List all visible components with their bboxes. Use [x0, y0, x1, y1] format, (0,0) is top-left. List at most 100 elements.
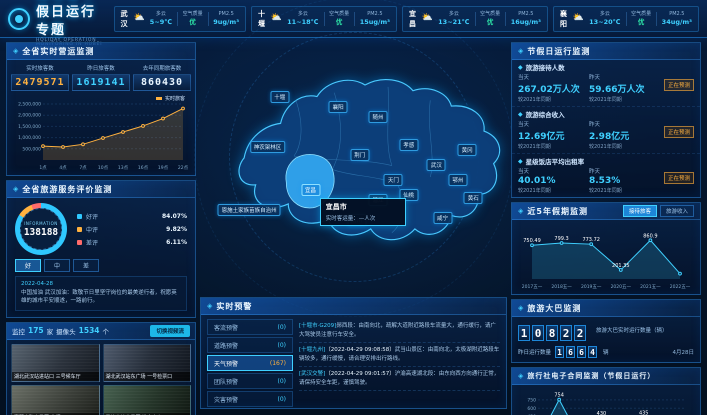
city-chip-xiangyang[interactable]: 襄阳 [329, 101, 348, 113]
switch-stream-button[interactable]: 切换视频流 [150, 325, 190, 337]
weather-widget-yichang: 宜昌 ⛅ 多云13~21℃ 空气质量优 PM2.516ug/m³ [402, 6, 548, 32]
section-tourism-income: ◆旅游综合收入 当天 12.69亿元 较2021年同期 昨天 2.98亿元 较2… [512, 107, 700, 154]
stat-value: 2479571 [11, 74, 69, 91]
evaluation-comment: 2022-04-28 中国加油 武汉加油：致敬节日里坚守岗位的最美逆行者，祝愿英… [15, 276, 187, 311]
city-chip-huangshi[interactable]: 黄石 [464, 192, 483, 204]
cloud-icon: ⛅ [422, 14, 433, 23]
svg-text:2021五一: 2021五一 [640, 284, 661, 290]
weather-city: 十堰 [258, 9, 266, 29]
weather-widget-wuhan: 武汉 ⛅ 多云5~9℃ 空气质量优 PM2.59ug/m³ [114, 6, 246, 32]
legend-dot [77, 214, 82, 219]
svg-text:2,000,000: 2,000,000 [18, 113, 41, 119]
section-tourist-count: ◆旅游接待人数 当天 267.02万人次 较2021年同期 昨天 59.66万人… [512, 60, 700, 107]
tab-disaster-warning[interactable]: 灾害预警(0) [207, 391, 293, 407]
five-year-tabs: 接待旅客 旅游收入 [623, 205, 694, 217]
panel-header: ◈ 旅行社电子合同监测（节假日运行） [512, 368, 700, 385]
aqi-value: 优 [336, 18, 343, 26]
pm-value: 34ug/m³ [662, 18, 692, 26]
city-chip-wuhan[interactable]: 武汉 [427, 159, 446, 171]
city-chip-xianning[interactable]: 咸宁 [433, 212, 452, 224]
forecast-badge: 正在预测 [664, 126, 694, 138]
weather-city: 宜昌 [409, 9, 417, 29]
divider [505, 12, 506, 26]
evaluation-legend: 好评84.07% 中评9.82% 差评6.11% [77, 208, 187, 251]
svg-text:773.72: 773.72 [582, 237, 600, 243]
legend-row-bad: 差评6.11% [77, 238, 187, 247]
camera-label: 摄像头 [56, 326, 76, 336]
legend-dot [77, 240, 82, 245]
tab-income[interactable]: 旅游收入 [660, 205, 694, 217]
svg-text:1点: 1点 [39, 165, 47, 171]
legend-row-good: 好评84.07% [77, 212, 187, 221]
top-bar: 湖北省节假日运行专题 HOLIDAY OPERATION MONITORING … [0, 0, 707, 38]
camera-unit: 个 [103, 326, 110, 336]
city-chip-enshi[interactable]: 恩施土家族苗族自治州 [218, 204, 281, 216]
svg-text:754: 754 [554, 393, 564, 399]
video-thumbnail[interactable]: 襄阳古隆中景区 北门入口 [11, 385, 100, 415]
bus-sub-label: 昨日运行数量 [518, 348, 551, 356]
warning-tabs: 客流预警(0) 道路预警(0) 天气预警(167) 团队预警(0) 灾害预警(0… [207, 319, 293, 407]
panel-title: 旅游大巴监测 [527, 303, 581, 314]
monitor-unit: 家 [47, 326, 54, 336]
panel-title: 全省旅游服务评价监测 [22, 184, 112, 195]
video-grid: 湖北武汉站进站口 三号候车厅 湖北武汉站东广场 一号检票口 襄阳古隆中景区 北门… [7, 340, 195, 415]
tooltip-metric: 实时客运量：—人次 [326, 214, 400, 222]
tab-bad[interactable]: 差 [73, 259, 99, 272]
tab-road-warning[interactable]: 道路预警(0) [207, 337, 293, 353]
monitor-count: 175 [28, 326, 44, 335]
bus-body: 10822 旅游大巴实时运行数量（辆） 昨日运行数量 1664 辆 4月28日 [512, 317, 700, 362]
svg-text:430: 430 [597, 411, 607, 415]
diamond-icon: ◆ [518, 64, 523, 71]
city-chip-jingmen[interactable]: 荆门 [350, 149, 369, 161]
city-chip-tianmen[interactable]: 天门 [384, 174, 403, 186]
tab-passenger-warning[interactable]: 客流预警(0) [207, 319, 293, 335]
svg-text:750: 750 [527, 397, 536, 403]
tab-mid[interactable]: 中 [44, 259, 70, 272]
hubei-map[interactable] [200, 42, 507, 293]
video-thumbnail[interactable]: 湖北武汉站东广场 一号检票口 [103, 344, 192, 382]
panel-holiday-monitor: ◈ 节假日运行监测 ◆旅游接待人数 当天 267.02万人次 较2021年同期 … [511, 42, 701, 198]
legend-dot [77, 227, 82, 232]
panel-realtime-operation: ◈ 全省实时营运监测 实时旅客数 2479571 昨日旅客数 1619141 去… [6, 42, 196, 176]
divider [656, 12, 657, 26]
city-chip-shiyan[interactable]: 十堰 [270, 91, 289, 103]
city-chip-huanggang[interactable]: 黄冈 [458, 144, 477, 156]
city-chip-yichang[interactable]: 宜昌 [301, 184, 320, 196]
video-thumbnail[interactable]: 恩施大峡谷景区 游客中心 [103, 385, 192, 415]
map-tooltip: 宜昌市 实时客运量：—人次 [320, 198, 406, 226]
city-chip-shennongjia[interactable]: 神农架林区 [250, 141, 286, 153]
tab-group-warning[interactable]: 团队预警(0) [207, 373, 293, 389]
svg-text:1,000,000: 1,000,000 [18, 135, 41, 141]
city-chip-suizhou[interactable]: 随州 [369, 111, 388, 123]
panel-icon: ◈ [518, 48, 523, 55]
tab-reception[interactable]: 接待旅客 [623, 205, 657, 217]
metric-value: 267.02万人次 [518, 82, 589, 95]
cloud-icon: ⛅ [271, 14, 282, 23]
tab-weather-warning[interactable]: 天气预警(167) [207, 355, 293, 371]
aqi-value: 优 [638, 18, 645, 26]
city-chip-xiaogan[interactable]: 孝感 [399, 139, 418, 151]
evaluation-tabs: 好 中 差 [7, 257, 195, 272]
weather-row: 武汉 ⛅ 多云5~9℃ 空气质量优 PM2.59ug/m³ 十堰 ⛅ 多云11~… [114, 6, 699, 32]
forecast-badge: 正在预测 [664, 172, 694, 184]
tab-good[interactable]: 好 [15, 259, 41, 272]
app-logo-icon [8, 8, 30, 30]
cloud-icon: ⛅ [134, 14, 145, 23]
stat-row: 实时旅客数 2479571 昨日旅客数 1619141 去年同期旅客数 8604… [7, 60, 195, 93]
svg-text:16点: 16点 [138, 165, 149, 171]
city-chip-ezhou[interactable]: 鄂州 [448, 174, 467, 186]
panel-icon: ◈ [518, 208, 523, 215]
pm-value: 9ug/m³ [213, 18, 239, 26]
panel-title: 近5年假期监测 [527, 206, 588, 217]
pm-value: 15ug/m³ [360, 18, 390, 26]
bus-date: 4月28日 [673, 348, 695, 356]
page-title: 湖北省节假日运行专题 [36, 0, 96, 38]
video-thumbnail[interactable]: 湖北武汉站进站口 三号候车厅 [11, 344, 100, 382]
panel-title: 节假日运行监测 [527, 46, 590, 57]
svg-text:600: 600 [527, 406, 536, 412]
metric-value: 2.98亿元 [589, 129, 660, 142]
panel-header: ◈ 旅游大巴监测 [512, 300, 700, 317]
stat-lastyear-passengers: 去年同期旅客数 860430 [133, 64, 191, 91]
comment-text: 中国加油 武汉加油：致敬节日里坚守岗位的最美逆行者，祝愿英雄的城市平安顺遂，一路… [21, 289, 181, 306]
tooltip-city-name: 宜昌市 [326, 202, 400, 212]
